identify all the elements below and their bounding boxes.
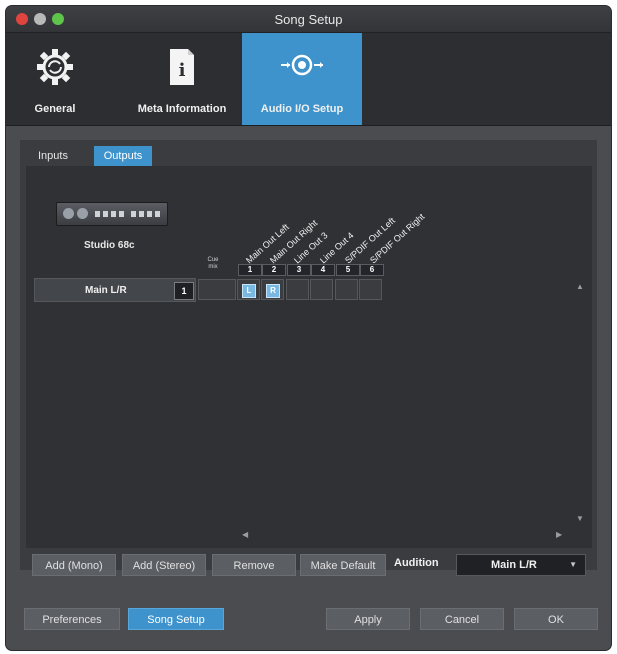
channel-number-2: 2 [262,264,286,276]
channel-number-3: 3 [287,264,311,276]
ok-button[interactable]: OK [514,608,598,630]
song-setup-button[interactable]: Song Setup [128,608,224,630]
audition-label: Audition [394,557,439,569]
route-cell-4[interactable] [310,279,333,300]
device-name: Studio 68c [84,240,135,251]
toolbar-meta-label: Meta Information [137,103,227,115]
cue-mix-label: Cue mix [207,257,219,270]
apply-button[interactable]: Apply [326,608,410,630]
output-row-channel-count[interactable]: 1 [174,282,194,300]
chevron-down-icon: ▼ [569,560,577,569]
route-mark-right[interactable]: R [266,284,280,298]
cue-mix-cell[interactable] [198,279,236,300]
preferences-button[interactable]: Preferences [24,608,120,630]
toolbar-audio-label: Audio I/O Setup [260,103,344,115]
output-row-main-lr[interactable]: Main L/R [34,278,196,302]
toolbar-general-label: General [34,103,76,115]
channel-number-4: 4 [311,264,335,276]
audition-select[interactable]: Main L/R ▼ [456,554,586,576]
toolbar-general[interactable]: General [20,33,90,125]
add-stereo-button[interactable]: Add (Stereo) [122,554,206,576]
gear-icon [37,49,73,85]
cancel-button[interactable]: Cancel [420,608,504,630]
scroll-left-icon[interactable]: ◀ [242,530,248,539]
svg-text:i: i [179,60,186,81]
channel-number-6: 6 [360,264,384,276]
route-cell-5[interactable] [335,279,358,300]
tab-outputs[interactable]: Outputs [94,146,152,166]
settings-toolbar: General i Meta Information Audio I/O Set… [6,33,611,126]
add-mono-button[interactable]: Add (Mono) [32,554,116,576]
channel-number-1: 1 [238,264,262,276]
channel-number-5: 5 [336,264,360,276]
route-mark-left[interactable]: L [242,284,256,298]
scroll-right-icon[interactable]: ▶ [556,530,562,539]
make-default-button[interactable]: Make Default [300,554,386,576]
window-title: Song Setup [274,12,343,27]
scroll-up-icon[interactable]: ▲ [576,282,584,291]
toolbar-audio-io-setup[interactable]: Audio I/O Setup [242,33,362,125]
route-cell-3[interactable] [286,279,309,300]
audio-io-icon [281,54,323,76]
audition-value: Main L/R [491,559,537,571]
tab-inputs[interactable]: Inputs [30,146,90,166]
studio-68c-device-image [56,202,168,226]
title-bar[interactable]: Song Setup [6,6,611,33]
toolbar-meta-information[interactable]: i Meta Information [122,33,242,125]
scroll-down-icon[interactable]: ▼ [576,514,584,523]
route-cell-6[interactable] [359,279,382,300]
remove-button[interactable]: Remove [212,554,296,576]
output-row-name: Main L/R [85,285,127,296]
info-document-icon: i [170,49,194,85]
